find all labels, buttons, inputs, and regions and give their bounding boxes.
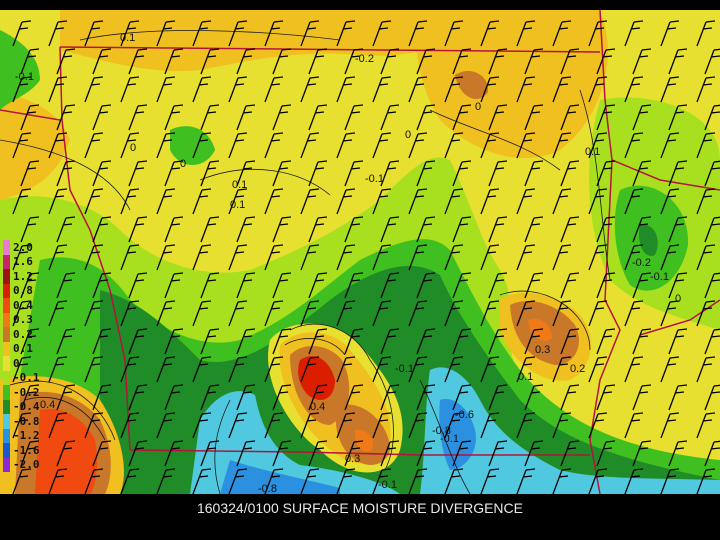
contour-label: -0.1: [365, 173, 384, 185]
legend-label: -2.0: [13, 458, 40, 472]
legend-label: 0.2: [13, 327, 33, 341]
legend-label: 2.0: [13, 240, 33, 254]
legend-label: -0.2: [13, 385, 40, 399]
legend-swatch: [3, 385, 10, 400]
legend-label: -0.1: [13, 371, 40, 385]
legend-label: 1.6: [13, 255, 33, 269]
contour-label: 0.1: [232, 179, 247, 191]
legend-swatch: [3, 370, 10, 385]
legend-label: -1.6: [13, 443, 40, 457]
contour-label: 0.4: [310, 401, 325, 413]
legend-row: 0: [3, 356, 43, 371]
legend-label: 0: [13, 356, 20, 370]
contour-label: -0.6: [455, 409, 474, 421]
legend-swatch: [3, 283, 10, 298]
moisture-divergence-map: 0.1-0.10-0.2-0.100.100.100.1-0.2-0.100.3…: [0, 10, 720, 495]
legend-swatch: [3, 269, 10, 284]
legend-label: 0.3: [13, 313, 33, 327]
contour-label: -0.1: [395, 363, 414, 375]
legend-row: -0.8: [3, 414, 43, 429]
legend-row: 0.3: [3, 312, 43, 327]
legend-swatch: [3, 399, 10, 414]
legend-row: 0.1: [3, 341, 43, 356]
legend-swatch: [3, 327, 10, 342]
contour-label: 0.3: [345, 453, 360, 465]
legend-label: -0.8: [13, 414, 40, 428]
contour-label: -0.2: [355, 53, 374, 65]
contour-label: -0.8: [258, 483, 277, 495]
contour-label: 0.2: [570, 363, 585, 375]
legend-row: -0.1: [3, 370, 43, 385]
legend-row: 0.8: [3, 283, 43, 298]
legend-swatch: [3, 341, 10, 356]
contour-label: -0.2: [632, 257, 651, 269]
contour-label: 0.1: [585, 146, 600, 158]
legend-label: 0.8: [13, 284, 33, 298]
legend-row: 1.6: [3, 254, 43, 269]
contour-label: 0.1: [230, 199, 245, 211]
legend-swatch: [3, 443, 10, 458]
legend-swatch: [3, 428, 10, 443]
contour-label: -0.1: [440, 433, 459, 445]
contour-label: 0: [180, 158, 186, 170]
contour-label: 0.1: [518, 371, 533, 383]
legend-label: 1.2: [13, 269, 33, 283]
contour-label: 0.3: [535, 344, 550, 356]
legend-swatch: [3, 414, 10, 429]
legend-row: 0.2: [3, 327, 43, 342]
legend-label: 0.1: [13, 342, 33, 356]
contour-label: 0: [475, 101, 481, 113]
legend-row: -0.4: [3, 399, 43, 414]
legend-label: -0.4: [13, 400, 40, 414]
legend-swatch: [3, 298, 10, 313]
legend-swatch: [3, 457, 10, 472]
legend-row: -1.6: [3, 443, 43, 458]
legend-row: -0.2: [3, 385, 43, 400]
legend-swatch: [3, 240, 10, 255]
legend-row: -1.2: [3, 428, 43, 443]
map-caption: 160324/0100 SURFACE MOISTURE DIVERGENCE: [196, 500, 523, 516]
legend-label: -1.2: [13, 429, 40, 443]
contour-label: 0: [405, 129, 411, 141]
legend-label: 0.4: [13, 298, 33, 312]
legend-row: -2.0: [3, 457, 43, 472]
contour-label: 0: [130, 142, 136, 154]
contour-label: -0.1: [378, 479, 397, 491]
legend-row: 1.2: [3, 269, 43, 284]
legend-swatch: [3, 254, 10, 269]
contour-label: -0.1: [650, 271, 669, 283]
color-legend: 2.0 1.6 1.2 0.8 0.4 0.3 0.2 0.1 0 -0.1 -0.2 -0.4 -0.…: [3, 240, 43, 472]
legend-row: 2.0: [3, 240, 43, 255]
contour-label: 0.1: [120, 32, 135, 44]
legend-row: 0.4: [3, 298, 43, 313]
contour-label: 0: [675, 293, 681, 305]
contour-label: -0.1: [15, 71, 34, 83]
legend-swatch: [3, 356, 10, 371]
legend-swatch: [3, 312, 10, 327]
